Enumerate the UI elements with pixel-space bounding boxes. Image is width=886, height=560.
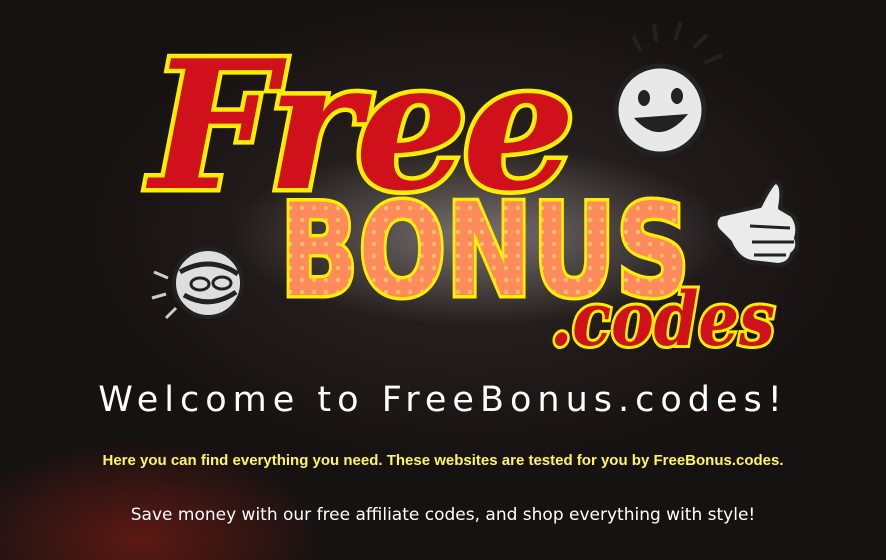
savings-text: Save money with our free affiliate codes… [130,505,756,525]
tagline-text: Here you can find everything you need. T… [102,452,784,469]
smiley-face-icon [613,22,722,157]
ball-face-icon [151,247,244,320]
site-logo[interactable]: Free BONUS .codes [140,10,820,365]
logo-codes-text: .codes [550,277,775,363]
welcome-heading: Welcome to FreeBonus.codes! [98,380,788,420]
pointing-hand-icon [713,180,800,267]
